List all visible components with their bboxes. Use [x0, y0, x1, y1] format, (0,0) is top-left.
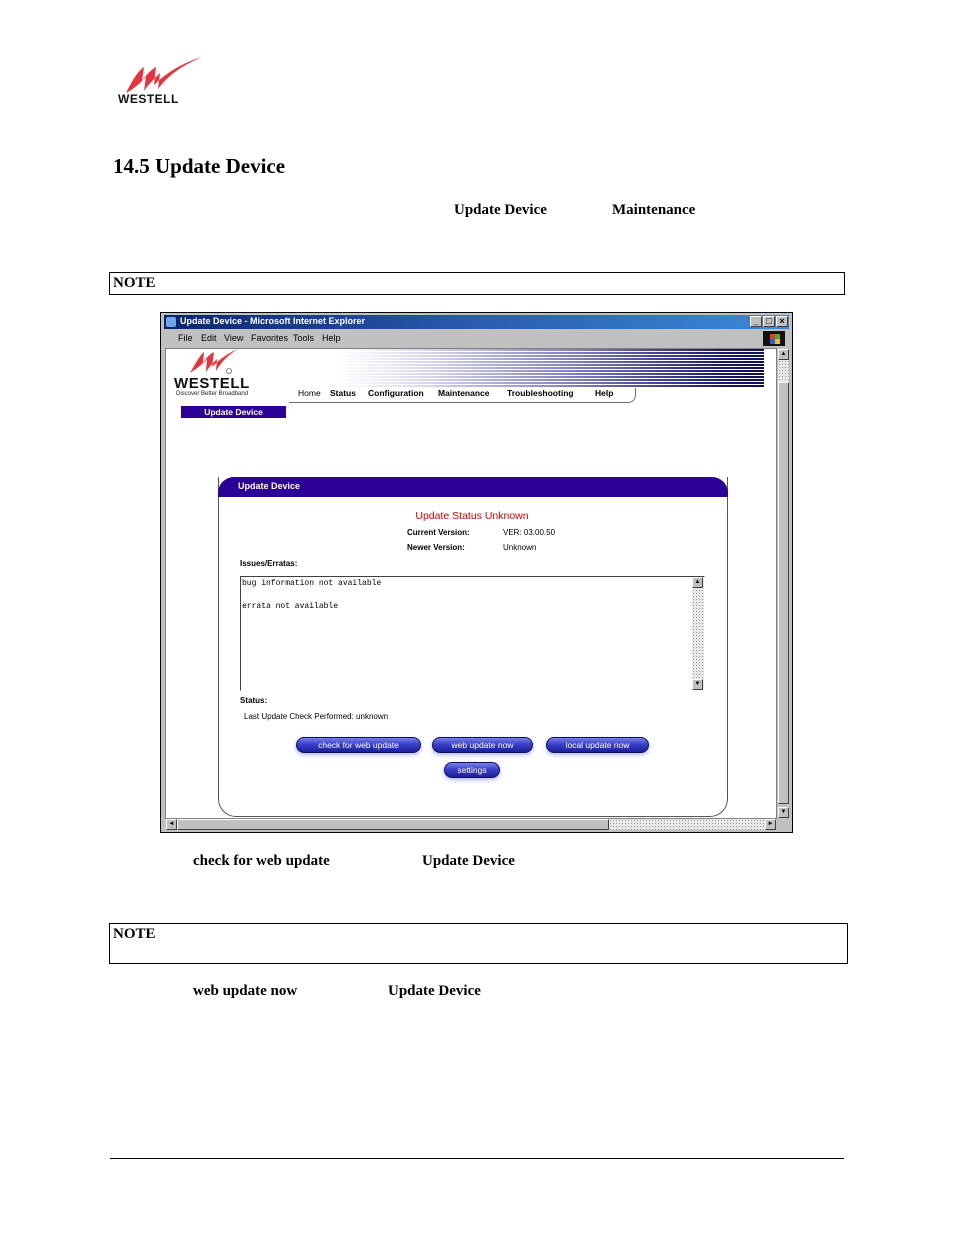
update-status-headline: Update Status Unknown: [415, 510, 529, 522]
note-label: NOTE: [113, 926, 156, 942]
maximize-button[interactable]: □: [763, 316, 775, 327]
nav-help[interactable]: Help: [595, 388, 613, 398]
textarea-scrollbar[interactable]: ▲ ▼: [692, 577, 704, 690]
header-stripes: [338, 349, 764, 387]
status-label: Status:: [240, 696, 268, 705]
minimize-button[interactable]: _: [750, 316, 762, 327]
scroll-up-icon[interactable]: ▲: [778, 349, 789, 360]
horizontal-scrollbar[interactable]: ◄ ►: [165, 819, 777, 831]
note-box-1: NOTE: [109, 272, 845, 295]
vertical-scrollbar[interactable]: ▲ ▼: [777, 348, 790, 819]
current-version-label: Current Version:: [407, 528, 470, 537]
nav-maintenance[interactable]: Maintenance: [438, 388, 490, 398]
footer-rule: [110, 1158, 844, 1159]
nav-troubleshooting[interactable]: Troubleshooting: [507, 388, 574, 398]
scroll-left-icon[interactable]: ◄: [166, 819, 177, 830]
menu-view[interactable]: View: [224, 333, 243, 343]
note-box-2: NOTE: [109, 923, 848, 964]
note-label: NOTE: [113, 275, 156, 291]
close-button[interactable]: ×: [776, 316, 788, 327]
windows-logo-icon: [763, 331, 785, 346]
newer-version-label: Newer Version:: [407, 543, 465, 552]
check-for-web-update-button[interactable]: check for web update: [296, 737, 421, 753]
scroll-thumb[interactable]: [778, 382, 789, 804]
scroll-right-icon[interactable]: ►: [765, 819, 776, 830]
browser-window: Update Device - Microsoft Internet Explo…: [160, 312, 793, 833]
scroll-down-icon[interactable]: ▼: [778, 807, 789, 818]
settings-button[interactable]: settings: [444, 762, 500, 778]
doc-logo-text: WESTELL: [118, 92, 179, 106]
h-scroll-thumb[interactable]: [177, 819, 609, 830]
nav-status[interactable]: Status: [330, 388, 356, 398]
issues-label: Issues/Erratas:: [240, 559, 298, 568]
nav-home[interactable]: Home: [298, 388, 321, 398]
browser-viewport: WESTELL Discover Better Broadband Update…: [165, 348, 777, 819]
menu-file[interactable]: File: [178, 333, 193, 343]
para3-term-web-update: web update now: [193, 983, 298, 999]
westell-logo-text: WESTELL: [174, 375, 250, 392]
status-text: Last Update Check Performed: unknown: [244, 712, 389, 721]
para2-term-check: check for web update: [193, 853, 330, 869]
panel-header: Update Device: [218, 477, 728, 497]
menu-favorites[interactable]: Favorites: [251, 333, 288, 343]
section-title: 14.5 Update Device: [113, 154, 286, 178]
panel-title: Update Device: [238, 481, 301, 491]
issues-textarea[interactable]: bug information not available errata not…: [240, 576, 705, 691]
web-update-now-button[interactable]: web update now: [432, 737, 533, 753]
menu-tools[interactable]: Tools: [293, 333, 314, 343]
h-scroll-track[interactable]: [609, 819, 765, 830]
menu-edit[interactable]: Edit: [201, 333, 217, 343]
scroll-down-icon[interactable]: ▼: [692, 679, 703, 690]
newer-version-value: Unknown: [503, 543, 537, 552]
current-version-value: VER: 03.00.50: [503, 528, 556, 537]
local-update-now-button[interactable]: local update now: [546, 737, 649, 753]
sidebar-item-update-device[interactable]: Update Device: [181, 406, 286, 418]
scroll-track[interactable]: [778, 360, 789, 382]
menu-help[interactable]: Help: [322, 333, 341, 343]
browser-title: Update Device - Microsoft Internet Explo…: [180, 316, 366, 326]
intro-term-update-device: Update Device: [454, 202, 547, 218]
issues-text: bug information not available errata not…: [242, 579, 382, 611]
westell-logo-icon: [190, 349, 238, 374]
nav-configuration[interactable]: Configuration: [368, 388, 424, 398]
top-nav: Home Status Configuration Maintenance Tr…: [289, 388, 636, 403]
intro-term-maintenance: Maintenance: [612, 202, 696, 218]
browser-titlebar: Update Device - Microsoft Internet Explo…: [164, 315, 789, 329]
ie-icon: [166, 317, 176, 327]
browser-menubar: File Edit View Favorites Tools Help: [164, 330, 789, 347]
para2-term-update-device: Update Device: [422, 853, 515, 869]
scroll-up-icon[interactable]: ▲: [692, 577, 703, 588]
westell-tagline: Discover Better Broadband: [176, 391, 249, 397]
para3-term-update-device: Update Device: [388, 983, 481, 999]
